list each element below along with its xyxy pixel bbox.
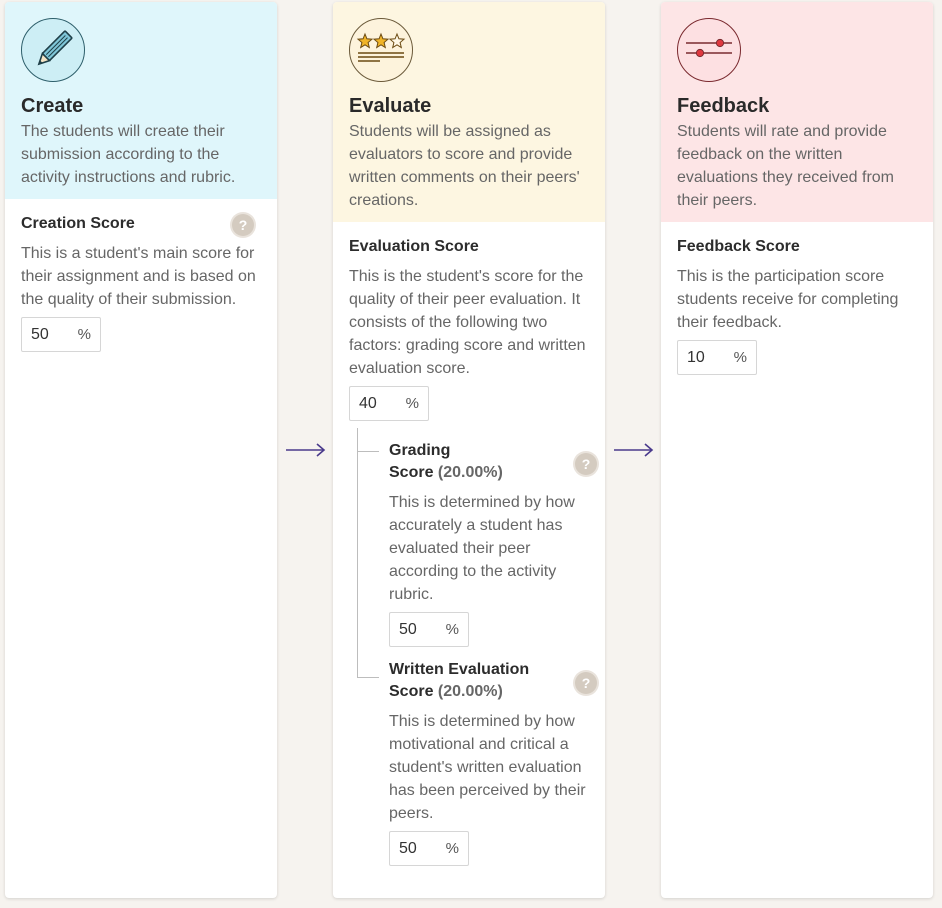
pencil-icon [21,18,85,82]
creation-score-title: Creation Score [21,215,135,232]
help-icon[interactable]: ? [232,214,254,236]
evaluation-score-value[interactable]: 40 [359,395,406,413]
evaluate-header: Evaluate Students will be assigned as ev… [333,2,605,222]
feedback-score-value[interactable]: 10 [687,349,734,367]
grading-score-input[interactable]: 50 % [389,612,469,647]
creation-score-value[interactable]: 50 [31,326,78,344]
arrow-right-icon [614,443,654,457]
feedback-score-input[interactable]: 10 % [677,340,757,375]
written-evaluation-score-percentage: (20.00%) [437,683,503,700]
create-card: Create The students will create their su… [5,2,277,898]
evaluate-card: Evaluate Students will be assigned as ev… [333,2,605,898]
written-evaluation-score-section: Written Evaluation Score (20.00%) ? This… [349,659,597,866]
grading-score-description: This is determined by how accurately a s… [389,494,575,603]
feedback-score-section: Feedback Score This is the participation… [661,222,933,375]
evaluate-description: Students will be assigned as evaluators … [349,123,580,209]
evaluation-score-input[interactable]: 40 % [349,386,429,421]
feedback-header: Feedback Students will rate and provide … [661,2,933,222]
stars-rating-icon [349,18,413,82]
written-evaluation-score-title-line2: Score [389,683,434,700]
written-evaluation-score-description: This is determined by how motivational a… [389,713,586,822]
percent-suffix: % [733,349,747,366]
help-icon[interactable]: ? [575,672,597,694]
grading-score-percentage: (20.00%) [437,464,503,481]
percent-suffix: % [445,621,459,638]
written-evaluation-score-input[interactable]: 50 % [389,831,469,866]
percent-suffix: % [405,395,419,412]
grading-score-value[interactable]: 50 [399,621,446,639]
evaluate-title: Evaluate [349,95,432,117]
written-evaluation-score-title-line1: Written Evaluation [389,661,530,678]
feedback-score-description: This is the participation score students… [677,268,899,331]
percent-suffix: % [77,326,91,343]
help-icon[interactable]: ? [575,453,597,475]
creation-score-section: Creation Score ? This is a student's mai… [5,199,277,352]
written-evaluation-score-title: Written Evaluation Score (20.00%) [389,659,589,703]
grading-score-title-line2: Score [389,464,434,481]
create-title: Create [21,95,84,117]
arrow-right-icon [286,443,326,457]
evaluation-score-description: This is the student's score for the qual… [349,268,586,377]
create-header: Create The students will create their su… [5,2,277,199]
creation-score-description: This is a student's main score for their… [21,245,256,308]
feedback-card: Feedback Students will rate and provide … [661,2,933,898]
percent-suffix: % [445,840,459,857]
feedback-description: Students will rate and provide feedback … [677,123,894,209]
written-evaluation-score-value[interactable]: 50 [399,840,446,858]
evaluation-score-section: Evaluation Score This is the student's s… [333,222,605,866]
feedback-score-title: Feedback Score [677,238,800,255]
grading-score-title-line1: Grading [389,442,451,459]
grading-score-title: Grading Score (20.00%) [389,440,589,484]
creation-score-input[interactable]: 50 % [21,317,101,352]
feedback-title: Feedback [677,95,770,117]
evaluation-score-title: Evaluation Score [349,238,479,255]
create-description: The students will create their submissio… [21,123,236,186]
sliders-icon [677,18,741,82]
grading-score-section: Grading Score (20.00%) ? This is determi… [349,440,597,647]
